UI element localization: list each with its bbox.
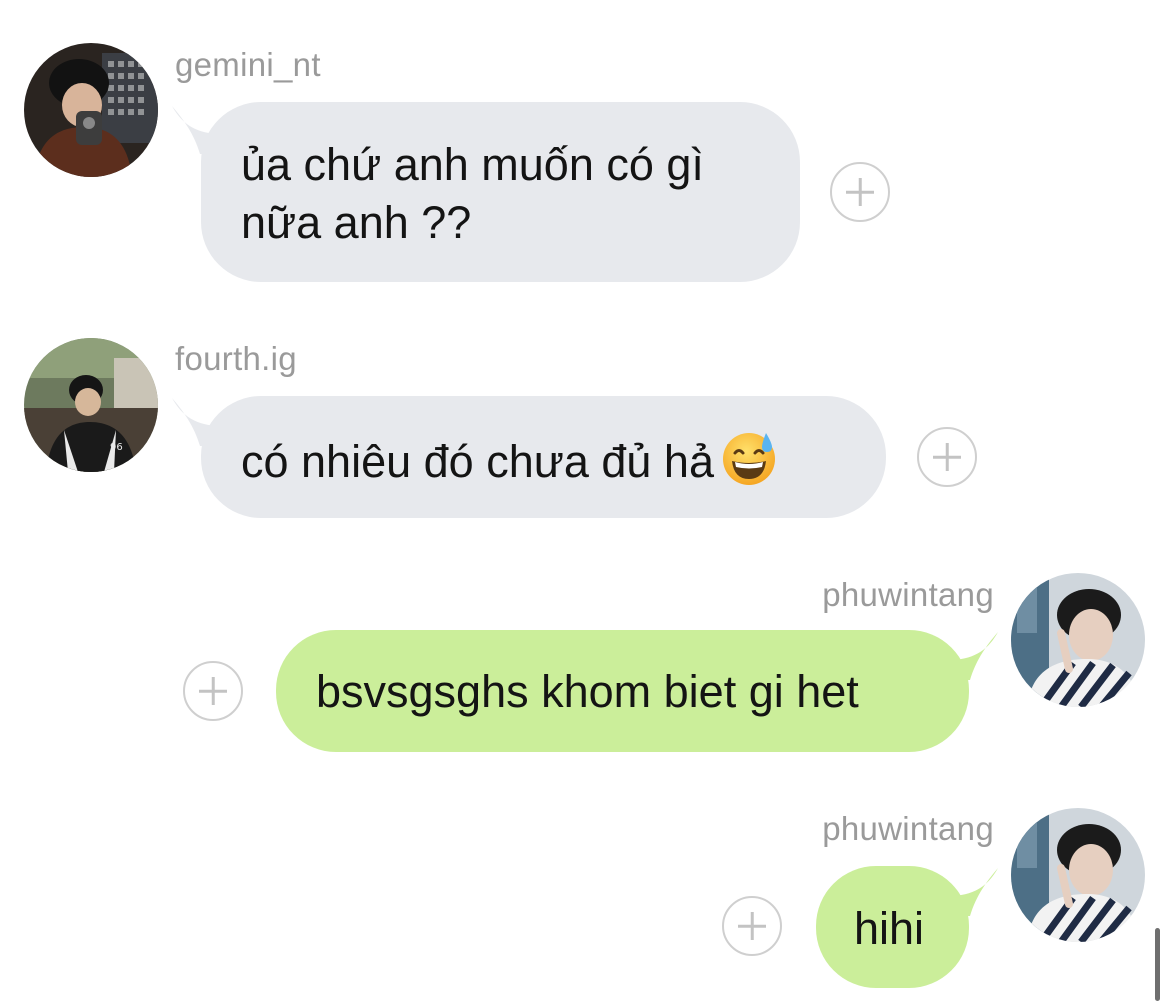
bubble-tail	[948, 630, 998, 680]
svg-text:96: 96	[110, 442, 123, 453]
message-bubble[interactable]: có nhiêu đó chưa đủ hả	[201, 396, 886, 518]
message-bubble[interactable]: ủa chứ anh muốn có gì nữa anh ??	[201, 102, 800, 282]
bubble-tail	[948, 866, 998, 916]
avatar-image	[24, 43, 158, 177]
message-text: bsvsgsghs khom biet gi het	[316, 666, 859, 717]
add-reaction-icon[interactable]	[183, 661, 243, 721]
avatar[interactable]	[1011, 808, 1145, 942]
add-reaction-icon[interactable]	[722, 896, 782, 956]
sender-username: phuwintang	[822, 810, 994, 847]
message-bubble[interactable]: bsvsgsghs khom biet gi het	[276, 630, 969, 752]
avatar[interactable]	[1011, 573, 1145, 707]
sender-username: gemini_nt	[175, 46, 321, 83]
message-bubble[interactable]: hihi	[816, 866, 969, 988]
add-reaction-icon[interactable]	[917, 427, 977, 487]
message-text: hihi	[854, 903, 925, 954]
avatar-image: 96	[24, 338, 158, 472]
add-reaction-icon[interactable]	[830, 162, 890, 222]
message-text: ủa chứ anh muốn có gì nữa anh ??	[241, 139, 704, 248]
sender-username: fourth.ig	[175, 340, 297, 377]
grinning-face-with-sweat-icon	[722, 433, 775, 485]
avatar-image	[1011, 808, 1145, 942]
avatar[interactable]: 96	[24, 338, 158, 472]
message-text: có nhiêu đó chưa đủ hả	[241, 436, 714, 487]
avatar[interactable]	[24, 43, 158, 177]
sender-username: phuwintang	[822, 576, 994, 613]
scrollbar[interactable]	[1155, 928, 1160, 1001]
avatar-image	[1011, 573, 1145, 707]
